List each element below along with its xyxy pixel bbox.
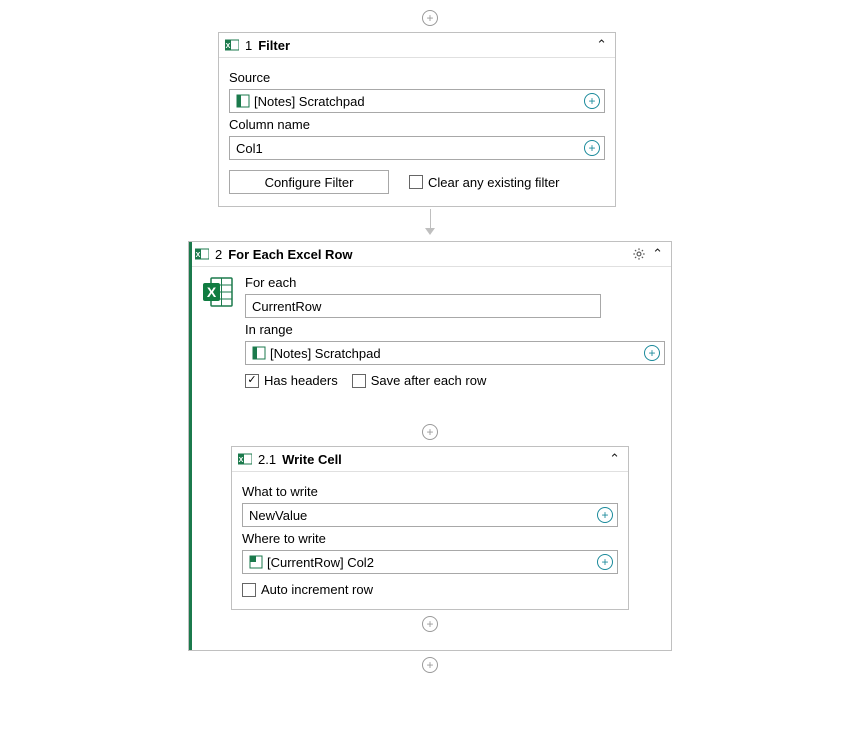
collapse-toggle[interactable]: ⌃	[652, 246, 663, 262]
where-to-write-label: Where to write	[242, 531, 618, 546]
excel-icon: X	[195, 247, 209, 261]
where-to-write-field[interactable]: [CurrentRow] Col2 +	[242, 550, 618, 574]
writecell-card: X 2.1 Write Cell ⌃ What to write NewValu…	[231, 446, 629, 610]
what-expand-icon[interactable]: +	[597, 507, 613, 523]
auto-increment-label: Auto increment row	[261, 582, 373, 597]
clear-filter-label: Clear any existing filter	[428, 175, 560, 190]
card-title: Write Cell	[282, 452, 342, 467]
add-activity-top[interactable]: +	[422, 10, 438, 26]
save-after-check[interactable]: Save after each row	[352, 373, 487, 388]
collapse-toggle[interactable]: ⌃	[596, 37, 607, 53]
filter-card: X 1 Filter ⌃ Source [Notes] Scratchpad +…	[218, 32, 616, 207]
card-title: Filter	[258, 38, 290, 53]
checkbox-icon	[352, 374, 366, 388]
in-range-field[interactable]: [Notes] Scratchpad +	[245, 341, 665, 365]
add-activity-inside-top[interactable]: +	[422, 424, 438, 440]
svg-text:X: X	[207, 284, 217, 300]
save-after-label: Save after each row	[371, 373, 487, 388]
column-name-label: Column name	[229, 117, 605, 132]
for-each-field[interactable]: CurrentRow	[245, 294, 601, 318]
foreach-card: X 2 For Each Excel Row ⌃	[188, 241, 672, 651]
scope-indicator	[189, 242, 192, 650]
has-headers-check[interactable]: ✓ Has headers	[245, 373, 338, 388]
what-to-write-label: What to write	[242, 484, 618, 499]
clear-filter-check[interactable]: Clear any existing filter	[409, 175, 560, 190]
what-to-write-value: NewValue	[249, 508, 593, 523]
range-icon	[236, 94, 250, 108]
card-title: For Each Excel Row	[228, 247, 352, 262]
gear-icon[interactable]	[632, 247, 646, 261]
in-range-label: In range	[245, 322, 665, 337]
svg-text:X: X	[239, 457, 244, 464]
add-activity-inside-bottom[interactable]: +	[422, 616, 438, 632]
source-value: [Notes] Scratchpad	[254, 94, 580, 109]
has-headers-label: Has headers	[264, 373, 338, 388]
for-each-value: CurrentRow	[252, 299, 321, 314]
svg-text:X: X	[226, 43, 231, 50]
card-number: 2	[215, 247, 222, 262]
collapse-toggle[interactable]: ⌃	[609, 451, 620, 467]
card-number: 1	[245, 38, 252, 53]
source-field[interactable]: [Notes] Scratchpad +	[229, 89, 605, 113]
in-range-expand-icon[interactable]: +	[644, 345, 660, 361]
checkbox-icon: ✓	[245, 374, 259, 388]
svg-text:X: X	[196, 252, 201, 259]
checkbox-icon	[409, 175, 423, 189]
where-expand-icon[interactable]: +	[597, 554, 613, 570]
excel-app-icon: X	[201, 275, 235, 309]
in-range-value: [Notes] Scratchpad	[270, 346, 640, 361]
column-name-value: Col1	[236, 141, 580, 156]
excel-icon: X	[225, 38, 239, 52]
auto-increment-check[interactable]: Auto increment row	[242, 582, 618, 597]
checkbox-icon	[242, 583, 256, 597]
source-label: Source	[229, 70, 605, 85]
add-activity-bottom[interactable]: +	[422, 657, 438, 673]
column-expand-icon[interactable]: +	[584, 140, 600, 156]
where-to-write-value: [CurrentRow] Col2	[267, 555, 593, 570]
range-icon	[252, 346, 266, 360]
cell-icon	[249, 555, 263, 569]
for-each-label: For each	[245, 275, 665, 290]
column-name-field[interactable]: Col1 +	[229, 136, 605, 160]
excel-icon: X	[238, 452, 252, 466]
flow-arrow	[188, 209, 672, 235]
configure-filter-button[interactable]: Configure Filter	[229, 170, 389, 194]
source-expand-icon[interactable]: +	[584, 93, 600, 109]
what-to-write-field[interactable]: NewValue +	[242, 503, 618, 527]
card-number: 2.1	[258, 452, 276, 467]
